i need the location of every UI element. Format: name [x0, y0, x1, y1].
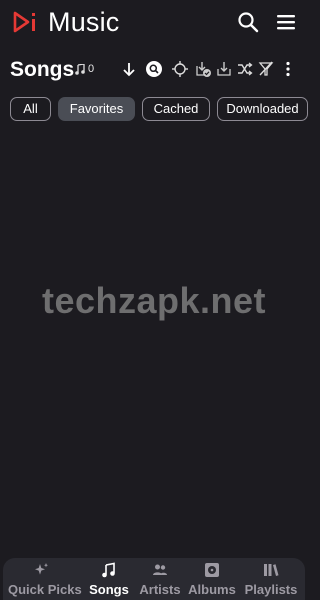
nav-label: Playlists: [244, 582, 298, 597]
album-icon: [205, 563, 219, 577]
nav-playlists[interactable]: Playlists: [238, 558, 304, 600]
chip-favorites[interactable]: Favorites: [58, 97, 135, 121]
more-vertical-icon[interactable]: [279, 60, 297, 78]
arrow-down-icon[interactable]: [120, 60, 138, 78]
nav-label: Albums: [188, 582, 236, 597]
library-icon: [264, 564, 279, 576]
search-icon[interactable]: [236, 10, 260, 34]
sparkle-icon: [35, 563, 48, 575]
top-app-bar: Music: [0, 0, 308, 44]
clear-filter-icon[interactable]: [257, 60, 275, 78]
chip-cached[interactable]: Cached: [142, 97, 210, 121]
song-count-value: 0: [88, 63, 95, 75]
watermark: techzapk.net: [41, 280, 267, 321]
hamburger-menu-icon[interactable]: [274, 10, 298, 34]
nav-quick-picks[interactable]: Quick Picks: [8, 558, 82, 600]
chip-downloaded[interactable]: Downloaded: [217, 97, 308, 121]
chip-all[interactable]: All: [10, 97, 51, 121]
nav-label: Quick Picks: [8, 582, 82, 597]
bottom-navigation: Quick Picks Songs Artists Albums Playlis…: [3, 558, 305, 600]
app-title: Music: [48, 7, 120, 37]
download-icon[interactable]: [215, 60, 233, 78]
shuffle-icon[interactable]: [236, 60, 254, 78]
filter-chips: All Favorites Cached Downloaded: [10, 97, 308, 123]
download-done-icon[interactable]: [194, 60, 212, 78]
play-pause-logo-icon: [13, 10, 39, 34]
nav-albums[interactable]: Albums: [179, 558, 245, 600]
section-title: Songs: [10, 58, 75, 81]
song-count: 0: [75, 62, 94, 76]
music-note-icon: [75, 63, 85, 75]
music-note-icon: [102, 562, 115, 578]
people-icon: [153, 564, 167, 575]
search-circle-icon[interactable]: [145, 60, 163, 78]
locate-icon[interactable]: [171, 60, 189, 78]
